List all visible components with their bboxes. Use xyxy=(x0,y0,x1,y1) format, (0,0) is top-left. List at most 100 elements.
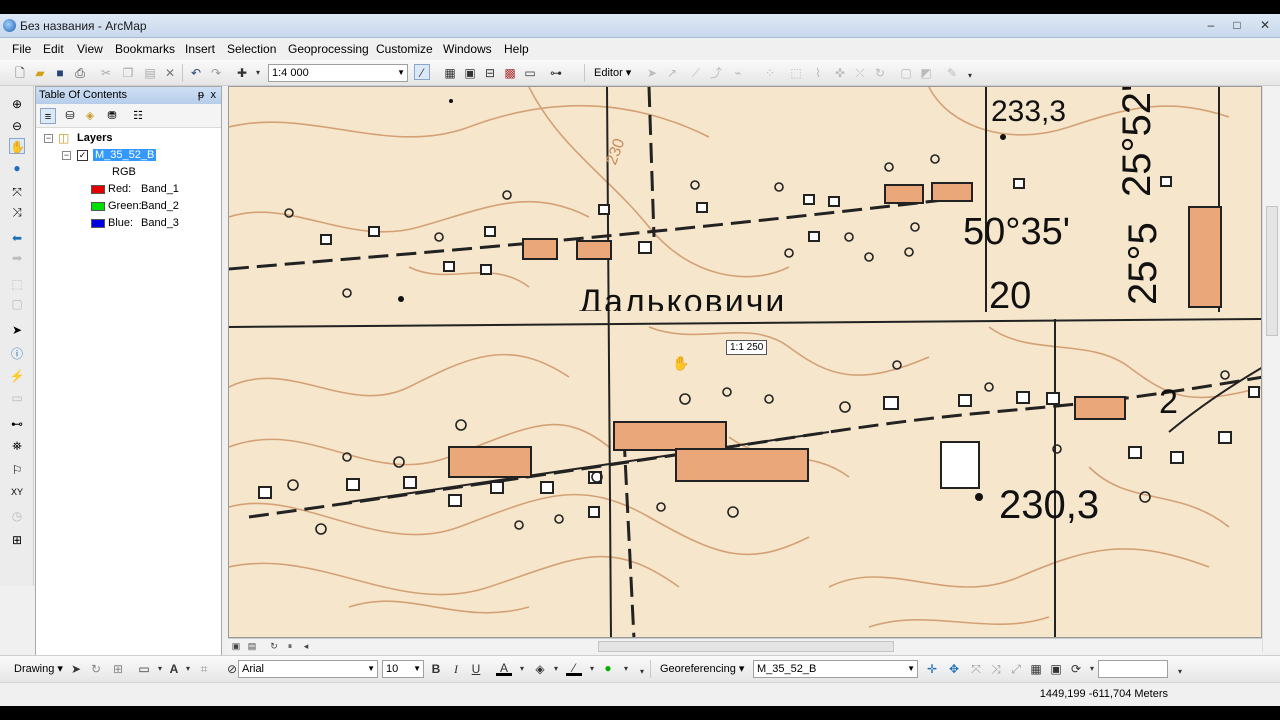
map-scale-input[interactable]: 1:4 000 ▼ xyxy=(268,64,408,82)
edit-annotation-icon[interactable]: ↗ xyxy=(664,65,680,81)
menu-edit[interactable]: Edit xyxy=(43,42,64,56)
split-icon[interactable]: ⤫ xyxy=(852,65,868,81)
full-extent-icon[interactable]: ● xyxy=(9,160,25,176)
point-icon[interactable]: ⁘ xyxy=(762,65,778,81)
chevron-down-icon[interactable]: ▾ xyxy=(180,661,196,677)
line-color-icon[interactable]: ⁄ xyxy=(566,660,582,676)
new-document-icon[interactable]: 🗋 xyxy=(12,65,28,81)
menu-windows[interactable]: Windows xyxy=(443,42,492,56)
clear-selection-icon[interactable]: ▢ xyxy=(9,296,25,312)
viewer-icon[interactable]: ▣ xyxy=(1048,661,1064,677)
save-icon[interactable]: ■ xyxy=(52,65,68,81)
trace-icon[interactable]: ⌁ xyxy=(730,65,746,81)
close-icon[interactable]: x xyxy=(211,87,217,104)
toc-root-layers[interactable]: Layers xyxy=(77,132,112,144)
rotation-angle-input[interactable] xyxy=(1098,660,1168,678)
chevron-down-icon[interactable]: ▾ xyxy=(514,661,530,677)
endpoint-arc-icon[interactable]: ⤴ xyxy=(708,65,724,81)
font-color-icon[interactable]: A xyxy=(496,660,512,676)
marker-color-icon[interactable]: ● xyxy=(600,660,616,676)
scroll-left-icon[interactable]: ◂ xyxy=(300,640,312,652)
chevron-down-icon[interactable]: ▾ xyxy=(584,661,600,677)
go-to-xy-icon[interactable]: XY xyxy=(9,484,25,500)
fill-color-icon[interactable]: ◈ xyxy=(532,661,548,677)
edit-vertices-icon[interactable]: ⌗ xyxy=(196,661,212,677)
horizontal-scrollbar[interactable]: ▣ ▤ ↻ ⏸ ◂ xyxy=(228,638,1262,654)
close-window-button[interactable]: ✕ xyxy=(1252,16,1278,34)
menu-selection[interactable]: Selection xyxy=(227,42,276,56)
vertical-scroll-thumb[interactable] xyxy=(1266,206,1278,336)
select-features-icon[interactable]: ⬚ xyxy=(9,276,25,292)
toc-options-icon[interactable]: ☷ xyxy=(130,108,146,124)
menu-view[interactable]: View xyxy=(77,42,103,56)
zoom-out-icon[interactable]: ⊖ xyxy=(9,118,25,134)
bold-button[interactable]: B xyxy=(428,661,444,677)
toolbar-options-icon[interactable]: ▾ xyxy=(962,68,978,84)
select-elements-icon[interactable]: ➤ xyxy=(68,661,84,677)
cut-icon[interactable]: ✂ xyxy=(98,65,114,81)
fixed-zoom-in-icon[interactable]: ⤧ xyxy=(9,184,25,200)
zoom-in-icon[interactable]: ⊕ xyxy=(9,96,25,112)
open-folder-icon[interactable]: ▰ xyxy=(32,65,48,81)
drawing-menu[interactable]: Drawing ▾ xyxy=(14,662,63,675)
rotate-element-icon[interactable]: ↻ xyxy=(88,661,104,677)
font-family-select[interactable]: Arial ▼ xyxy=(238,660,378,678)
pin-icon[interactable]: ᵽ xyxy=(198,87,204,104)
rectangle-icon[interactable]: ▭ xyxy=(136,661,152,677)
menu-insert[interactable]: Insert xyxy=(185,42,215,56)
toc-layer-name[interactable]: M_35_52_B xyxy=(93,149,157,161)
menu-help[interactable]: Help xyxy=(504,42,529,56)
italic-button[interactable]: I xyxy=(448,661,464,677)
python-window-icon[interactable]: ▭ xyxy=(522,65,538,81)
list-by-drawing-order-icon[interactable]: ≡ xyxy=(40,108,56,124)
create-features-icon[interactable]: ✎ xyxy=(944,65,960,81)
arctoolbox-icon[interactable]: ▩ xyxy=(502,65,518,81)
forward-extent-icon[interactable]: ➡ xyxy=(9,250,25,266)
measure-icon[interactable]: ⊷ xyxy=(9,416,25,432)
attributes-icon[interactable]: ▢ xyxy=(898,65,914,81)
layer-visibility-checkbox[interactable]: ✓ xyxy=(77,150,88,161)
copy-icon[interactable]: ❐ xyxy=(120,65,136,81)
select-elements-icon[interactable]: ➤ xyxy=(9,322,25,338)
toolbar-options-icon[interactable]: ▾ xyxy=(634,664,650,680)
underline-button[interactable]: U xyxy=(468,661,484,677)
rotate-dropdown-icon[interactable]: ⟳ xyxy=(1068,661,1084,677)
layout-view-icon[interactable]: ▤ xyxy=(246,640,258,652)
select-link-icon[interactable]: ⤢ xyxy=(1008,661,1024,677)
minimize-button[interactable]: – xyxy=(1198,16,1224,34)
editor-toolbar-icon[interactable]: ⁄ xyxy=(414,64,430,80)
paste-icon[interactable]: ▤ xyxy=(142,65,158,81)
vertical-scrollbar[interactable] xyxy=(1262,86,1280,652)
horizontal-scroll-thumb[interactable] xyxy=(598,641,894,652)
view-link-table-icon[interactable]: ▦ xyxy=(1028,661,1044,677)
scale-georef-icon[interactable]: ⤧ xyxy=(968,661,984,677)
add-data-dropdown-icon[interactable]: ▾ xyxy=(250,65,266,81)
list-by-selection-icon[interactable]: ⛃ xyxy=(104,108,120,124)
edit-tool-icon[interactable]: ➤ xyxy=(644,65,660,81)
rotate-icon[interactable]: ↻ xyxy=(872,65,888,81)
chevron-down-icon[interactable]: ▾ xyxy=(548,661,564,677)
add-data-icon[interactable]: ✚ xyxy=(234,65,250,81)
maximize-button[interactable]: □ xyxy=(1224,16,1250,34)
cut-polygons-icon[interactable]: ✜ xyxy=(832,65,848,81)
rotate-georef-icon[interactable]: ✛ xyxy=(924,661,940,677)
identify-icon[interactable]: ⓘ xyxy=(9,346,25,362)
zoom-to-selected-icon[interactable]: ⊞ xyxy=(110,661,126,677)
refresh-icon[interactable]: ↻ xyxy=(268,640,280,652)
data-view-icon[interactable]: ▣ xyxy=(230,640,242,652)
catalog-window-icon[interactable]: ▣ xyxy=(462,65,478,81)
collapse-layer-icon[interactable]: − xyxy=(62,151,71,160)
toc-window-icon[interactable]: ▦ xyxy=(442,65,458,81)
editor-menu[interactable]: Editor ▾ xyxy=(594,66,631,79)
menu-bookmarks[interactable]: Bookmarks xyxy=(115,42,175,56)
list-by-source-icon[interactable]: ⛁ xyxy=(62,108,78,124)
redo-icon[interactable]: ↷ xyxy=(208,65,224,81)
menu-file[interactable]: File xyxy=(12,42,31,56)
menu-customize[interactable]: Customize xyxy=(376,42,433,56)
viewer-window-icon[interactable]: ⊞ xyxy=(9,532,25,548)
georef-layer-select[interactable]: M_35_52_B ▼ xyxy=(753,660,918,678)
pan-icon[interactable]: ✋ xyxy=(9,138,25,154)
menu-geoprocessing[interactable]: Geoprocessing xyxy=(288,42,369,56)
undo-icon[interactable]: ↶ xyxy=(188,65,204,81)
fixed-zoom-out-icon[interactable]: ⤨ xyxy=(9,204,25,220)
